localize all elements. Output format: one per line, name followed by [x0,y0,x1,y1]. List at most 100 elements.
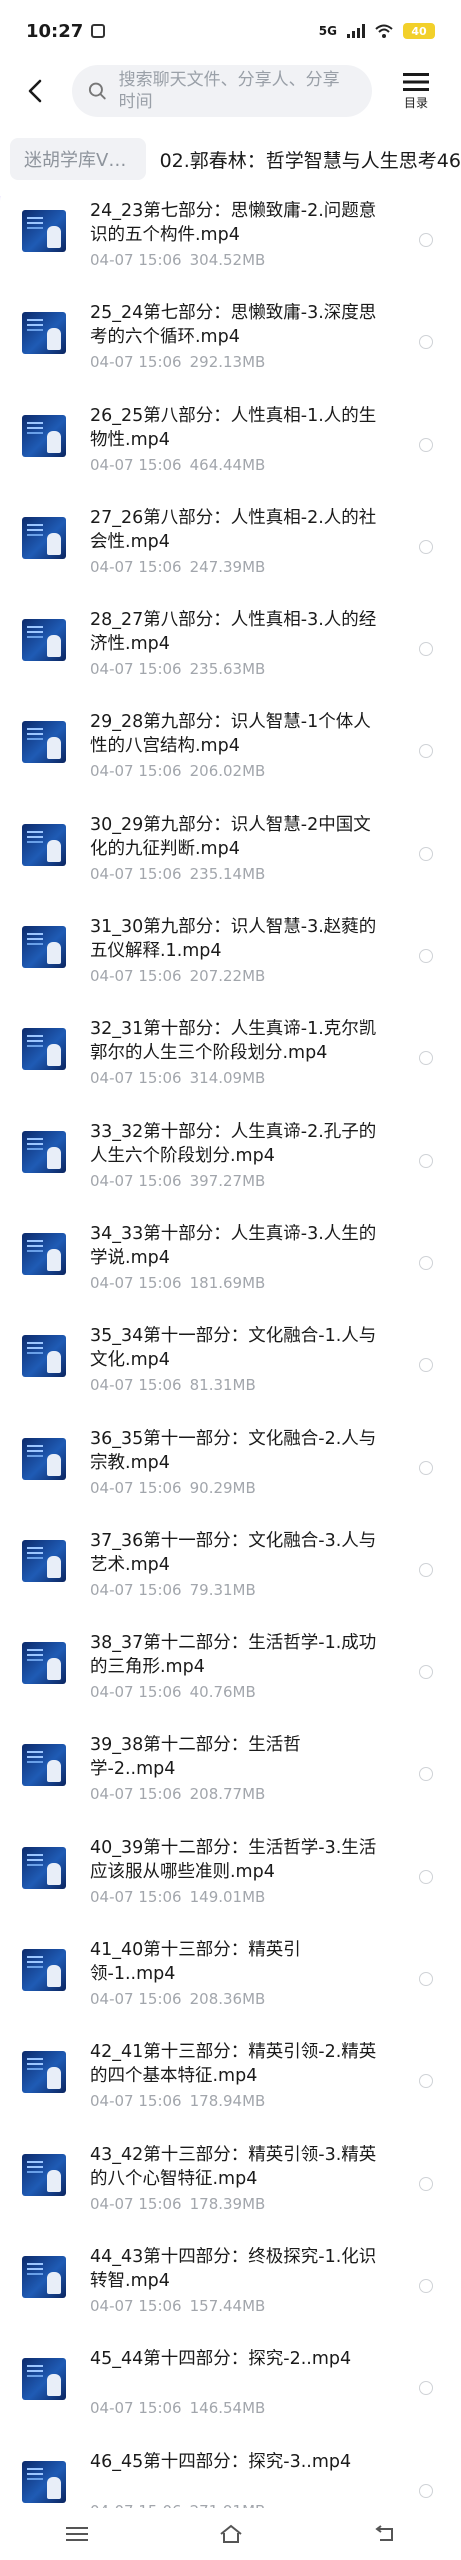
tab-parent-folder[interactable]: 迷胡学库VIP… [10,138,146,180]
select-radio[interactable] [419,2483,433,2498]
file-date: 04-07 [90,1069,134,1088]
select-radio[interactable] [419,1972,433,1987]
file-name: 25_24第七部分：思懒致庸-3.深度思考的六个循环.mp4 [90,303,377,348]
select-radio[interactable] [419,2176,433,2191]
video-thumbnail [22,1437,66,1480]
select-radio[interactable] [419,744,433,759]
select-radio[interactable] [419,642,433,657]
file-item[interactable]: 27_26第八部分：人性真相-2.人的社会性.mp4 04-07 15:06 247… [0,492,461,594]
menu-nav-icon[interactable] [65,2526,88,2542]
wifi-icon [375,24,393,38]
file-meta: 04-07 15:06 178.94MB [90,2092,265,2110]
file-time: 15:06 [138,1478,182,1497]
search-input[interactable]: 搜索聊天文件、分享人、分享时间 [72,65,372,117]
video-thumbnail [22,414,66,457]
file-item[interactable]: 25_24第七部分：思懒致庸-3.深度思考的六个循环.mp4 04-07 15:0… [0,287,461,389]
file-time: 15:06 [138,455,182,474]
file-time: 15:06 [138,864,182,883]
file-meta: 04-07 15:06 206.02MB [90,762,265,780]
select-radio[interactable] [419,1460,433,1475]
video-thumbnail [22,926,66,969]
file-time: 15:06 [138,1580,182,1599]
file-item[interactable]: 34_33第十部分：人生真谛-3.人生的学说.mp4 04-07 15:06 181… [0,1208,461,1310]
file-meta: 04-07 15:06 208.36MB [90,1990,265,2008]
file-time: 15:06 [138,1273,182,1292]
file-name: 28_27第八部分：人性真相-3.人的经济性.mp4 [90,610,377,655]
video-thumbnail [22,1642,66,1685]
file-name: 36_35第十一部分：文化融合-2.人与宗教.mp4 [90,1428,377,1473]
select-radio[interactable] [419,2278,433,2293]
file-item[interactable]: 40_39第十二部分：生活哲学-3.生活应该服从哪些准则.mp4 04-07 15… [0,1822,461,1924]
file-size: 149.01MB [189,1887,266,1906]
select-radio[interactable] [419,233,433,247]
select-radio[interactable] [419,1051,433,1066]
file-time: 15:06 [138,2092,182,2111]
file-meta: 04-07 15:06 397.27MB [90,1172,265,1190]
file-item[interactable]: 44_43第十四部分：终极探究-1.化识转智.mp4 04-07 15:06 157… [0,2231,461,2333]
file-date: 04-07 [90,2194,134,2213]
file-item[interactable]: 32_31第十部分：人生真谛-1.克尔凯郭尔的人生三个阶段划分.mp4 04-07… [0,1003,461,1105]
file-item[interactable]: 35_34第十一部分：文化融合-1.人与文化.mp4 04-07 15:06 81.… [0,1310,461,1412]
file-meta: 04-07 15:06 90.29MB [90,1479,256,1497]
file-name: 45_44第十四部分：探究-2..mp4 [90,2349,352,2370]
file-item[interactable]: 36_35第十一部分：文化融合-2.人与宗教.mp4 04-07 15:06 90.… [0,1413,461,1515]
file-name: 37_36第十一部分：文化融合-3.人与艺术.mp4 [90,1530,377,1575]
home-nav-icon[interactable] [219,2524,243,2544]
top-bar: 搜索聊天文件、分享人、分享时间 目录 [0,62,461,120]
back-arrow-icon [28,79,42,103]
status-time: 10:27 [26,20,84,42]
select-radio[interactable] [419,1869,433,1884]
file-item[interactable]: 45_44第十四部分：探究-2..mp4 04-07 15:06 146.54MB [0,2333,461,2435]
select-radio[interactable] [419,1562,433,1577]
file-item[interactable]: 26_25第八部分：人性真相-1.人的生物性.mp4 04-07 15:06 464… [0,390,461,492]
file-size: 207.22MB [189,967,266,986]
file-item[interactable]: 24_23第七部分：思懒致庸-2.问题意识的五个构件.mp4 04-07 15:0… [0,185,461,287]
select-radio[interactable] [419,949,433,964]
file-name: 33_32第十部分：人生真谛-2.孔子的人生六个阶段划分.mp4 [90,1121,377,1166]
file-item[interactable]: 33_32第十部分：人生真谛-2.孔子的人生六个阶段划分.mp4 04-07 15… [0,1106,461,1208]
search-icon [88,82,106,100]
select-radio[interactable] [419,2381,433,2396]
file-name: 46_45第十四部分：探究-3..mp4 [90,2451,352,2472]
file-item[interactable]: 28_27第八部分：人性真相-3.人的经济性.mp4 04-07 15:06 235… [0,594,461,696]
file-item[interactable]: 42_41第十三部分：精英引领-2.精英的四个基本特征.mp4 04-07 15:… [0,2026,461,2128]
file-time: 15:06 [138,967,182,986]
file-item[interactable]: 41_40第十三部分：精英引领-1..mp4 04-07 15:06 208.36M… [0,1924,461,2026]
video-thumbnail [22,2051,66,2094]
select-radio[interactable] [419,1767,433,1782]
file-item[interactable]: 38_37第十二部分：生活哲学-1.成功的三角形.mp4 04-07 15:06 4… [0,1617,461,1719]
back-nav-icon[interactable] [374,2525,396,2543]
file-name: 40_39第十二部分：生活哲学-3.生活应该服从哪些准则.mp4 [90,1837,377,1882]
file-list: 24_23第七部分：思懒致庸-2.问题意识的五个构件.mp4 04-07 15:0… [0,185,461,2538]
file-time: 15:06 [138,2296,182,2315]
select-radio[interactable] [419,1255,433,1270]
tab-current-folder[interactable]: 02.郭春林：哲学智慧与人生思考46 [160,146,461,173]
file-time: 15:06 [138,1683,182,1702]
file-item[interactable]: 29_28第九部分：识人智慧-1个体人性的八宫结构.mp4 04-07 15:06… [0,696,461,798]
file-item[interactable]: 39_38第十二部分：生活哲学-2..mp4 04-07 15:06 208.77M… [0,1719,461,1821]
select-radio[interactable] [419,1153,433,1168]
file-item[interactable]: 31_30第九部分：识人智慧-3.赵蕤的五仪解释.1.mp4 04-07 15:0… [0,901,461,1003]
video-thumbnail [22,1539,66,1582]
file-date: 04-07 [90,1478,134,1497]
video-thumbnail [22,619,66,662]
select-radio[interactable] [419,1665,433,1680]
file-meta: 04-07 15:06 157.44MB [90,2297,265,2315]
file-size: 178.94MB [189,2092,266,2111]
select-radio[interactable] [419,335,433,350]
select-radio[interactable] [419,437,433,452]
video-thumbnail [22,516,66,559]
file-date: 04-07 [90,864,134,883]
file-item[interactable]: 43_42第十三部分：精英引领-3.精英的八个心智特征.mp4 04-07 15:… [0,2129,461,2231]
catalog-button[interactable]: 目录 [397,72,435,111]
back-button[interactable] [20,71,50,111]
file-size: 235.63MB [189,660,266,679]
select-radio[interactable] [419,539,433,554]
file-date: 04-07 [90,1580,134,1599]
file-meta: 04-07 15:06 81.31MB [90,1376,256,1394]
select-radio[interactable] [419,1358,433,1373]
file-item[interactable]: 37_36第十一部分：文化融合-3.人与艺术.mp4 04-07 15:06 79.… [0,1515,461,1617]
select-radio[interactable] [419,2074,433,2089]
file-item[interactable]: 30_29第九部分：识人智慧-2中国文化的九征判断.mp4 04-07 15:06… [0,799,461,901]
select-radio[interactable] [419,846,433,861]
